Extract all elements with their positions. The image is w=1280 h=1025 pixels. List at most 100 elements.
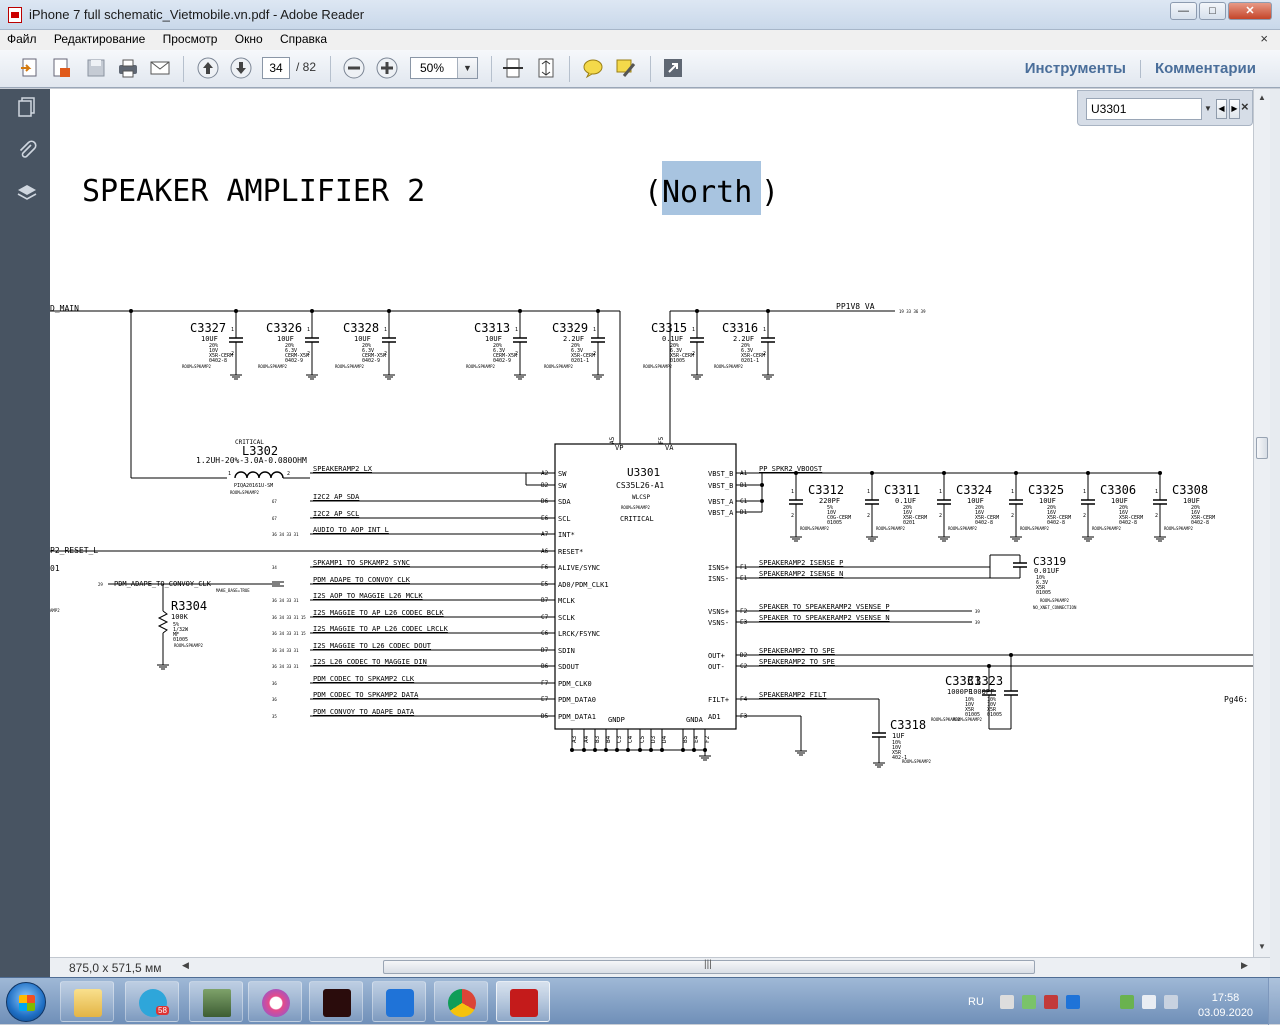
close-document-icon[interactable]: ×	[1260, 31, 1268, 46]
page-number-input[interactable]: 34	[262, 57, 290, 79]
net-refs: 36 34 33 31	[272, 532, 299, 537]
pin-ball: C4	[627, 735, 634, 743]
pin-name: SCL	[558, 515, 571, 523]
find-close-icon[interactable]: ×	[1241, 99, 1249, 114]
capacitor-value: 220PF	[819, 497, 840, 505]
tray-app-3-icon[interactable]	[1066, 995, 1080, 1009]
net-label: I2S_MAGGIE_TO_AP_L26_CODEC_BCLK	[313, 609, 444, 617]
show-desktop-button[interactable]	[1268, 978, 1280, 1025]
previous-page-icon[interactable]	[196, 56, 220, 80]
pin-number: 1	[692, 327, 695, 333]
net-refs: 29	[98, 582, 103, 587]
email-icon[interactable]	[148, 56, 172, 80]
taskbar-app-3[interactable]	[372, 981, 426, 1022]
pin-number: 1	[791, 489, 794, 495]
pin-ball: D3	[650, 735, 657, 743]
menu-edit[interactable]: Редактирование	[47, 30, 152, 48]
scroll-right-icon[interactable]: ▶	[1241, 960, 1248, 971]
fit-width-icon[interactable]	[501, 56, 525, 80]
pin-name: SDOUT	[558, 663, 580, 671]
layers-icon[interactable]	[15, 181, 39, 205]
menu-window[interactable]: Окно	[228, 30, 270, 48]
clock[interactable]: 17:58 03.09.2020	[1198, 991, 1253, 1021]
inductor-coil	[234, 471, 284, 479]
network-icon[interactable]	[1120, 995, 1134, 1009]
comments-link[interactable]: Комментарии	[1155, 60, 1256, 77]
net-label: SPEAKERAMP2_FILT	[759, 691, 827, 699]
antivirus-icon[interactable]	[1044, 995, 1058, 1009]
net-refs: 36 34 33 31 15	[272, 631, 306, 636]
taskbar-telegram[interactable]: 58	[125, 981, 179, 1022]
comment-icon[interactable]	[581, 56, 605, 80]
pin-name: VBST_B	[708, 482, 733, 490]
pin-name: ALIVE/SYNC	[558, 564, 600, 572]
scroll-left-icon[interactable]: ◀	[182, 960, 189, 971]
schematic-subtitle: (	[644, 175, 662, 210]
net-refs: 36	[272, 697, 277, 702]
tray-app-icon[interactable]	[1022, 995, 1036, 1009]
window-title: iPhone 7 full schematic_Vietmobile.vn.pd…	[29, 7, 365, 22]
maximize-button[interactable]: □	[1199, 2, 1226, 20]
pin-name: PDM_CLK0	[558, 680, 592, 688]
find-options-chevron-icon[interactable]: ▼	[1202, 98, 1214, 120]
zoom-out-icon[interactable]	[342, 56, 366, 80]
battery-icon[interactable]	[1164, 995, 1178, 1009]
menu-help[interactable]: Справка	[273, 30, 334, 48]
taskbar-computer[interactable]	[189, 981, 243, 1022]
pin-number: 1	[307, 327, 310, 333]
taskbar-chrome[interactable]	[434, 981, 488, 1022]
taskbar-app-wt[interactable]	[309, 981, 363, 1022]
menu-file[interactable]: Файл	[0, 30, 44, 48]
language-indicator[interactable]: RU	[968, 996, 984, 1008]
next-page-icon[interactable]	[229, 56, 253, 80]
pin-number: 1	[1011, 489, 1014, 495]
page-thumbnails-icon[interactable]	[15, 95, 39, 119]
net-label: I2S_L26_CODEC_TO_MAGGIE_DIN	[313, 658, 427, 666]
scroll-down-icon[interactable]: ▼	[1258, 942, 1266, 951]
fit-page-icon[interactable]	[534, 56, 558, 80]
minimize-button[interactable]: —	[1170, 2, 1197, 20]
ic-package: WLCSP	[632, 494, 650, 501]
vertical-scroll-thumb[interactable]	[1256, 437, 1268, 459]
print-icon[interactable]	[116, 56, 140, 80]
create-pdf-icon[interactable]	[50, 56, 74, 80]
zoom-select[interactable]: 50% ▼	[410, 57, 478, 79]
find-next-icon[interactable]: ▶	[1229, 99, 1240, 119]
scroll-up-icon[interactable]: ▲	[1258, 93, 1266, 102]
start-button[interactable]	[6, 982, 46, 1022]
capacitor-value: 10UF	[1039, 497, 1056, 505]
document-view[interactable]: SPEAKER AMPLIFIER 2 (North) D_MAIN PP1V8_VA…	[50, 89, 1253, 957]
pin-name: AD0/PDM_CLK1	[558, 581, 609, 589]
taskbar-explorer[interactable]	[60, 981, 114, 1022]
chevron-down-icon[interactable]: ▼	[457, 58, 477, 78]
horizontal-scroll-thumb[interactable]: |||	[383, 959, 1035, 974]
net-refs: AMP2	[50, 608, 60, 613]
fullscreen-icon[interactable]	[661, 56, 685, 80]
volume-icon[interactable]	[1000, 995, 1014, 1009]
capacitor-name: C3315	[651, 321, 687, 335]
menu-view[interactable]: Просмотр	[156, 30, 225, 48]
tools-link[interactable]: Инструменты	[1025, 60, 1126, 77]
capacitor-name: C3324	[956, 483, 992, 497]
capacitor-room: ROOM=SPKAMP2	[876, 526, 905, 531]
capacitor-room: ROOM=SPKAMP2	[643, 364, 672, 369]
signal-icon[interactable]	[1142, 995, 1156, 1009]
capacitor-room: ROOM=SPKAMP2	[800, 526, 829, 531]
find-previous-icon[interactable]: ◀	[1216, 99, 1227, 119]
taskbar-itunes[interactable]	[248, 981, 302, 1022]
right-edge	[1270, 89, 1280, 977]
find-input[interactable]	[1086, 98, 1202, 120]
save-icon[interactable]	[84, 56, 108, 80]
taskbar-adobe-reader[interactable]	[496, 981, 550, 1022]
junction-dot	[760, 483, 764, 487]
attachments-icon[interactable]	[15, 139, 39, 163]
pin-ball: A4	[583, 735, 590, 743]
open-file-icon[interactable]	[18, 56, 42, 80]
net-refs: 35	[272, 714, 277, 719]
inductor-value: 1.2UH-20%-3.0A-0.080OHM	[196, 456, 307, 465]
zoom-in-icon[interactable]	[375, 56, 399, 80]
vertical-scrollbar[interactable]: ▲ ▼	[1253, 89, 1270, 957]
highlight-icon[interactable]	[614, 56, 638, 80]
close-button[interactable]: ✕	[1228, 2, 1272, 20]
capacitor-name: C3308	[1172, 483, 1208, 497]
